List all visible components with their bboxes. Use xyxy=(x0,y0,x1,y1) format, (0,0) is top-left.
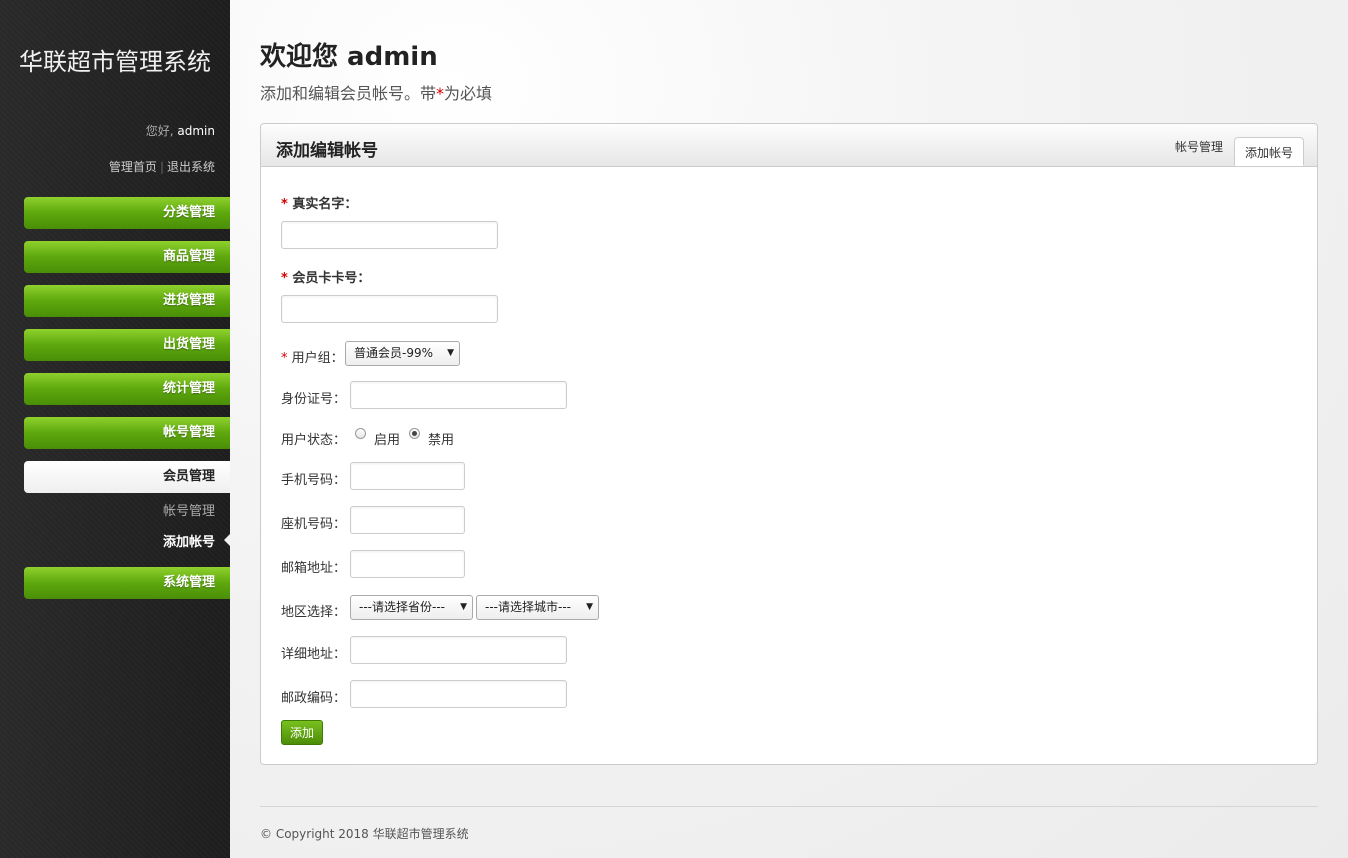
zip-input[interactable] xyxy=(350,680,567,708)
username: admin xyxy=(177,124,215,138)
city-selected: ---请选择城市--- xyxy=(485,600,571,614)
province-selected: ---请选择省份--- xyxy=(359,600,445,614)
status-enable-radio[interactable] xyxy=(355,428,366,439)
panel-header: 添加编辑帐号 帐号管理 添加帐号 xyxy=(261,124,1317,167)
required-star: * xyxy=(281,197,288,212)
sidebar-item-product[interactable]: 商品管理 xyxy=(24,241,230,273)
sidebar-item-member[interactable]: 会员管理 xyxy=(24,461,230,493)
app-title: 华联超市管理系统 xyxy=(19,48,211,76)
status-enable-label[interactable]: 启用 xyxy=(374,429,400,448)
email-input[interactable] xyxy=(350,550,465,578)
real-name-input[interactable] xyxy=(281,221,498,249)
subtitle-text-end: 为必填 xyxy=(444,84,493,103)
required-star: * xyxy=(436,84,445,103)
user-group-select[interactable]: 普通会员-99% ▼ xyxy=(345,341,460,366)
status-disable-radio[interactable] xyxy=(409,428,420,439)
phone-label: 座机号码： xyxy=(281,517,347,532)
sidebar-subitem-add-account[interactable]: 添加帐号 xyxy=(163,531,215,550)
required-star: * xyxy=(281,351,288,366)
mobile-input[interactable] xyxy=(350,462,465,490)
sidebar-subitem-account-list[interactable]: 帐号管理 xyxy=(163,500,215,519)
tab-add-account[interactable]: 添加帐号 xyxy=(1234,137,1305,166)
footer-divider xyxy=(260,806,1318,807)
footer-copyright: © Copyright 2018 华联超市管理系统 xyxy=(260,827,469,841)
sidebar: 华联超市管理系统 您好, admin 管理首页 | 退出系统 分类管理 商品管理 进… xyxy=(0,0,230,858)
main-content: 欢迎您 admin 添加和编辑会员帐号。带*为必填 添加编辑帐号 帐号管理 添加… xyxy=(230,0,1348,858)
chevron-down-icon: ▼ xyxy=(586,602,593,612)
real-name-label: * 真实名字： xyxy=(281,197,358,212)
sidebar-item-category[interactable]: 分类管理 xyxy=(24,197,230,229)
greeting-text: 您好, xyxy=(145,124,174,138)
card-number-input[interactable] xyxy=(281,295,498,323)
sidebar-item-purchase[interactable]: 进货管理 xyxy=(24,285,230,317)
page-title: 欢迎您 admin xyxy=(260,42,438,72)
id-card-input[interactable] xyxy=(350,381,567,409)
user-group-selected: 普通会员-99% xyxy=(354,346,434,360)
address-input[interactable] xyxy=(350,636,567,664)
sidebar-item-system[interactable]: 系统管理 xyxy=(24,567,230,599)
form-panel: 添加编辑帐号 帐号管理 添加帐号 * 真实名字： * 会员卡卡号： * 用户组：… xyxy=(260,123,1318,765)
user-greeting: 您好, admin xyxy=(146,122,215,139)
phone-input[interactable] xyxy=(350,506,465,534)
tab-account-list[interactable]: 帐号管理 xyxy=(1175,138,1223,155)
user-links: 管理首页 | 退出系统 xyxy=(109,158,215,175)
user-status-label: 用户状态： xyxy=(281,433,347,448)
panel-title: 添加编辑帐号 xyxy=(276,141,378,161)
subtitle-text: 添加和编辑会员帐号。带 xyxy=(260,84,437,103)
chevron-down-icon: ▼ xyxy=(447,348,454,358)
logout-link[interactable]: 退出系统 xyxy=(167,160,215,174)
chevron-down-icon: ▼ xyxy=(460,602,467,612)
sidebar-item-shipment[interactable]: 出货管理 xyxy=(24,329,230,361)
zip-label: 邮政编码： xyxy=(281,691,347,706)
page-subtitle: 添加和编辑会员帐号。带*为必填 xyxy=(260,80,492,104)
province-select[interactable]: ---请选择省份--- ▼ xyxy=(350,595,473,620)
city-select[interactable]: ---请选择城市--- ▼ xyxy=(476,595,599,620)
add-button[interactable]: 添加 xyxy=(281,720,324,745)
sidebar-item-statistics[interactable]: 统计管理 xyxy=(24,373,230,405)
link-separator: | xyxy=(159,160,164,174)
mobile-label: 手机号码： xyxy=(281,473,347,488)
status-disable-label[interactable]: 禁用 xyxy=(428,429,454,448)
home-link[interactable]: 管理首页 xyxy=(109,160,157,174)
required-star: * xyxy=(281,271,288,286)
card-number-label: * 会员卡卡号： xyxy=(281,271,371,286)
region-label: 地区选择： xyxy=(281,605,347,620)
id-card-label: 身份证号： xyxy=(281,392,347,407)
address-label: 详细地址： xyxy=(281,647,347,662)
user-group-label: * 用户组： xyxy=(281,351,344,366)
sidebar-item-account[interactable]: 帐号管理 xyxy=(24,417,230,449)
email-label: 邮箱地址： xyxy=(281,561,347,576)
